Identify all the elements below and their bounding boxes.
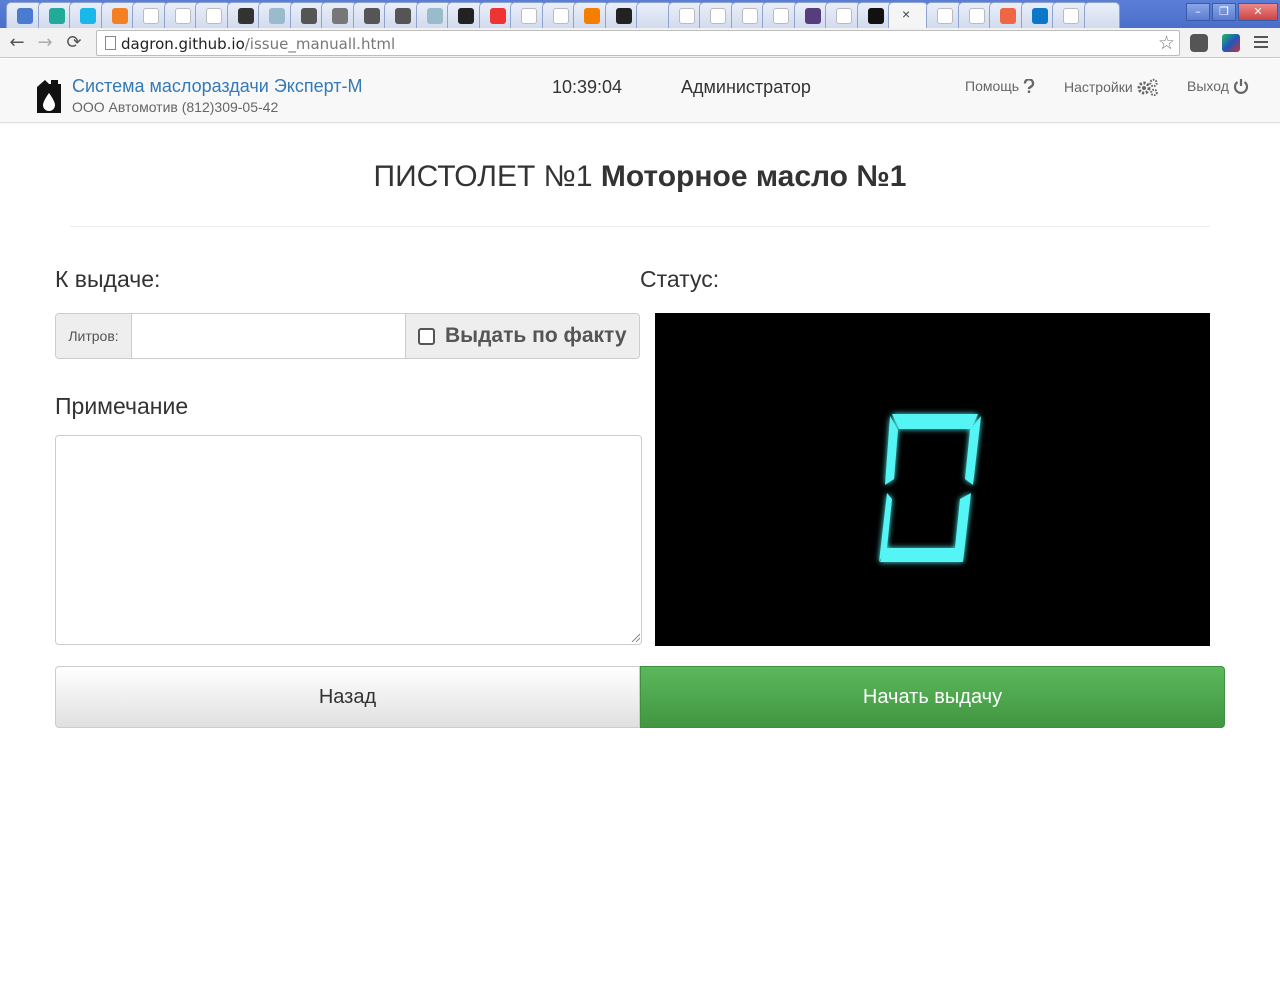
status-display: 0 xyxy=(655,313,1210,646)
segment-a xyxy=(892,414,978,429)
logout-label: Выход xyxy=(1187,78,1229,94)
google-icon xyxy=(968,8,985,24)
rp-icon xyxy=(174,8,191,24)
rp-icon xyxy=(521,8,537,24)
active-tab[interactable]: × xyxy=(888,2,928,28)
note-label: Примечание xyxy=(55,393,189,419)
seven-segment-digit: 0 xyxy=(879,414,981,562)
title-product: Моторное масло №1 xyxy=(600,160,907,193)
back-button[interactable]: Назад xyxy=(55,666,640,728)
leaf-icon xyxy=(48,8,65,24)
restore-button[interactable]: ❐ xyxy=(1212,3,1236,21)
issue-label: К выдаче: xyxy=(55,266,161,292)
mail-icon xyxy=(17,8,33,24)
resize-grip-icon[interactable] xyxy=(630,632,640,642)
start-issue-button[interactable]: Начать выдачу xyxy=(640,666,1225,728)
segment-d xyxy=(880,548,963,562)
minimize-button[interactable]: – xyxy=(1186,3,1210,21)
settings-link[interactable]: Настройки xyxy=(1064,78,1159,96)
app-navbar: Система маслораздачи Эксперт-М ООО Автом… xyxy=(0,59,1280,123)
back-arrow-icon[interactable]: ← xyxy=(6,32,28,54)
h-icon xyxy=(269,8,285,24)
bookmark-star-icon[interactable]: ☆ xyxy=(1158,32,1175,54)
segment-f xyxy=(885,416,898,485)
t-icon xyxy=(237,8,254,24)
clock: 10:39:04 xyxy=(552,77,623,97)
browser-toolbar: ← → ⟳ dagron.github.io/issue_manuall.htm… xyxy=(0,28,1280,58)
vimeo-icon xyxy=(80,8,96,24)
issue-by-fact-checkbox[interactable] xyxy=(418,327,435,345)
blank-icon xyxy=(1095,8,1111,24)
app-title-link[interactable]: Система маслораздачи Эксперт-М xyxy=(72,76,362,97)
page-icon xyxy=(741,8,758,24)
status-value: 0 xyxy=(932,492,933,494)
github-icon xyxy=(615,8,632,24)
menu-icon[interactable] xyxy=(1254,33,1268,51)
pe-icon xyxy=(332,8,348,24)
issue-by-fact-label[interactable]: Выдать по факту xyxy=(445,324,627,348)
ask-icon xyxy=(1000,8,1016,24)
github-icon xyxy=(458,8,474,24)
pocket-extension-icon[interactable] xyxy=(1190,34,1208,52)
sync-icon xyxy=(489,8,506,24)
h-icon xyxy=(426,8,443,24)
liters-addon: Литров: xyxy=(55,313,132,359)
blogger-icon xyxy=(584,8,600,24)
company-subtitle: ООО Автомотив (812)309-05-42 xyxy=(72,99,279,115)
current-user: Администратор xyxy=(681,77,811,97)
book-icon xyxy=(363,8,380,24)
reload-icon[interactable]: ⟳ xyxy=(63,32,85,54)
browser-tab-strip: × 👤 – ❐ ✕ xyxy=(0,0,1280,28)
google-icon xyxy=(143,8,159,24)
logout-link[interactable]: Выход xyxy=(1187,78,1249,94)
issue-by-fact-toggle[interactable]: Выдать по факту xyxy=(406,313,640,359)
linux-icon xyxy=(1063,8,1079,24)
book-icon xyxy=(395,8,411,24)
page-title: ПИСТОЛЕТ №1 Моторное масло №1 xyxy=(0,160,1280,194)
title-nozzle: ПИСТОЛЕТ №1 xyxy=(373,160,593,193)
power-icon xyxy=(1233,79,1248,94)
settings-label: Настройки xyxy=(1064,79,1133,95)
page-icon xyxy=(105,36,116,50)
url-host: dagron.github.io xyxy=(121,35,245,53)
help-label: Помощь xyxy=(965,78,1020,94)
address-bar[interactable]: dagron.github.io/issue_manuall.html ☆ xyxy=(96,30,1180,56)
wp-icon xyxy=(206,8,222,24)
google-icon xyxy=(773,8,789,24)
url-text: dagron.github.io/issue_manuall.html xyxy=(121,35,395,53)
gears-icon xyxy=(1137,78,1158,96)
blank-icon xyxy=(647,8,663,24)
close-window-button[interactable]: ✕ xyxy=(1238,3,1278,21)
flag-icon xyxy=(867,8,884,24)
gmail-icon xyxy=(710,8,726,24)
liters-input[interactable] xyxy=(132,313,406,359)
help-link[interactable]: Помощь xyxy=(965,78,1035,94)
divider xyxy=(70,226,1210,227)
window-controls: 👤 – ❐ ✕ xyxy=(1186,3,1278,21)
browser-tab[interactable] xyxy=(1083,2,1120,28)
stackoverflow-icon xyxy=(111,8,128,24)
bootstrap-icon xyxy=(804,8,821,24)
url-path: /issue_manuall.html xyxy=(244,35,396,53)
page-icon xyxy=(678,8,695,24)
page-icon xyxy=(552,8,569,24)
page-icon xyxy=(937,8,953,24)
drupal-icon xyxy=(1031,8,1048,24)
question-icon xyxy=(1023,79,1035,93)
status-label: Статус: xyxy=(640,266,720,292)
google-icon xyxy=(836,8,852,24)
forward-arrow-icon[interactable]: → xyxy=(34,32,56,54)
close-tab-icon[interactable]: × xyxy=(902,6,910,22)
note-textarea[interactable] xyxy=(55,435,642,645)
liters-input-group: Литров: Выдать по факту xyxy=(55,313,640,359)
oil-can-logo-icon xyxy=(37,80,61,113)
book-icon xyxy=(300,8,317,24)
extension-icon[interactable] xyxy=(1222,34,1240,52)
